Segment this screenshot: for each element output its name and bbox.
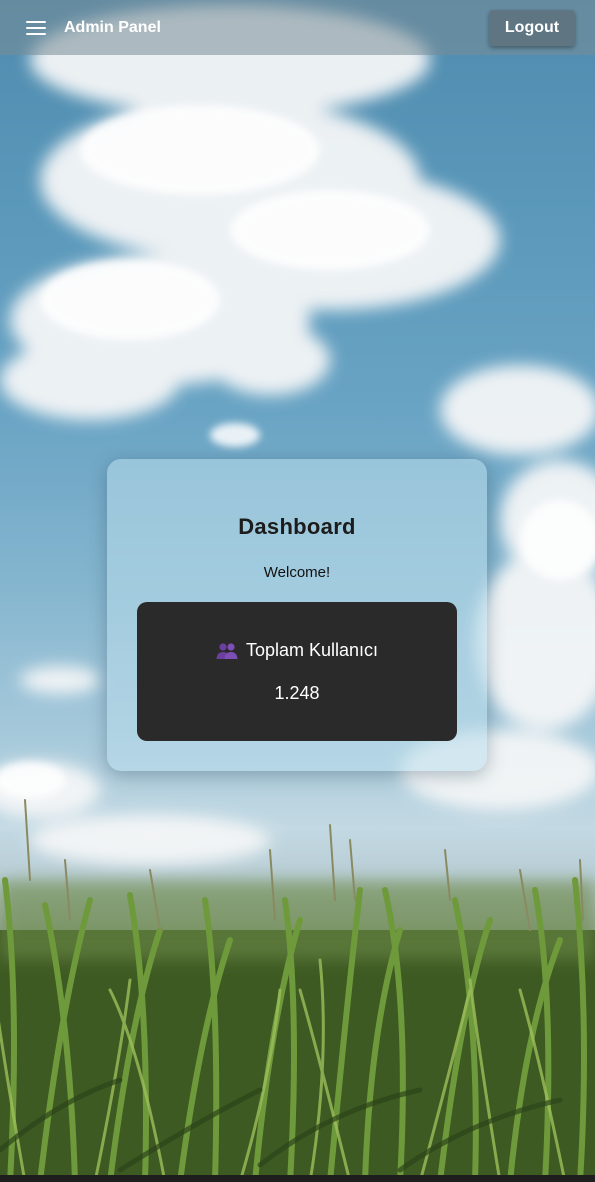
total-users-stat-card: Toplam Kullanıcı 1.248 [137, 602, 457, 741]
users-icon [216, 642, 238, 660]
stat-label-row: Toplam Kullanıcı [137, 640, 457, 661]
page-title: Dashboard [238, 514, 356, 539]
app-title: Admin Panel [64, 18, 161, 36]
stat-label: Toplam Kullanıcı [245, 640, 379, 660]
menu-line [26, 26, 46, 29]
stat-value: 1.248 [274, 683, 320, 703]
welcome-message: Welcome! [263, 564, 331, 581]
logout-button[interactable]: Logout [489, 9, 575, 46]
menu-line [26, 20, 46, 23]
hamburger-menu-icon[interactable] [26, 20, 46, 36]
dashboard-card: Dashboard Welcome! Toplam Kullanıcı 1.24… [107, 459, 487, 771]
menu-line [26, 32, 46, 35]
top-navigation-bar: Admin Panel Logout [0, 0, 595, 55]
